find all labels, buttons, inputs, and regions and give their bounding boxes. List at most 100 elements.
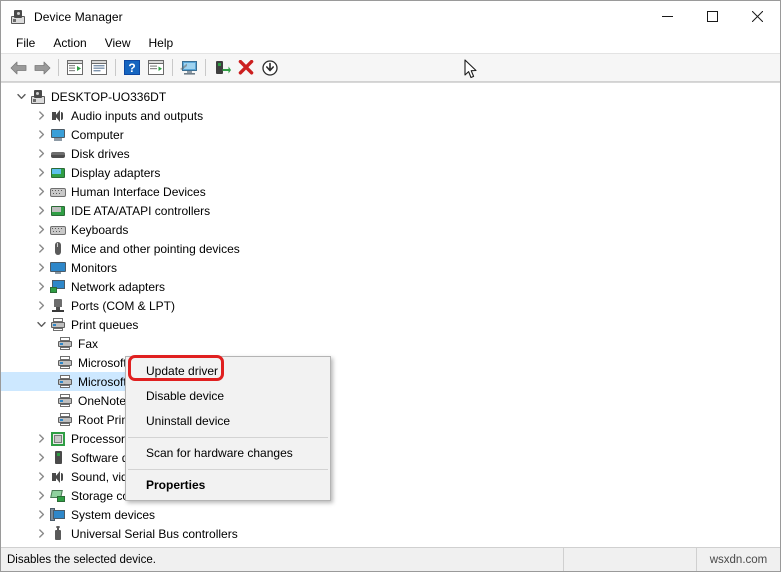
printer-icon — [56, 374, 73, 390]
tree-node-microsoft-print-to-pdf[interactable]: Microsoft Print to PDF — [1, 353, 780, 372]
monitor-icon — [49, 260, 66, 276]
menu-item-view[interactable]: View — [96, 34, 140, 52]
svg-text:?: ? — [128, 61, 135, 75]
toolbar-separator — [115, 59, 116, 76]
menu-item-action[interactable]: Action — [44, 34, 95, 52]
context-menu-separator — [128, 437, 328, 438]
close-icon[interactable] — [735, 1, 780, 32]
scan-for-hardware-changes-icon[interactable] — [177, 57, 201, 79]
tree-node-label: Processors — [71, 431, 132, 446]
tree-node-label: Human Interface Devices — [71, 184, 206, 199]
device-tree-panel[interactable]: DESKTOP-UO336DT Audio inputs and outputs… — [1, 82, 780, 547]
tree-node-human-interface-devices[interactable]: Human Interface Devices — [1, 182, 780, 201]
menu-item-help[interactable]: Help — [140, 34, 183, 52]
processor-icon — [49, 431, 66, 447]
tree-node-disk-drives[interactable]: Disk drives — [1, 144, 780, 163]
tree-node-software-devices[interactable]: Software devices — [1, 448, 780, 467]
tree-node-processors[interactable]: Processors — [1, 429, 780, 448]
tree-node-onenote[interactable]: OneNote — [1, 391, 780, 410]
chevron-right-icon[interactable] — [33, 296, 49, 315]
network-adapter-icon — [49, 279, 66, 295]
computer-icon — [49, 127, 66, 143]
tree-node-system-devices[interactable]: System devices — [1, 505, 780, 524]
chevron-right-icon[interactable] — [33, 163, 49, 182]
device-manager-window: Device Manager File Action View Help ? D… — [0, 0, 781, 572]
status-message: Disables the selected device. — [1, 548, 564, 571]
tree-node-label: Keyboards — [71, 222, 129, 237]
chevron-right-icon[interactable] — [33, 429, 49, 448]
tree-node-ports-com-lpt[interactable]: Ports (COM & LPT) — [1, 296, 780, 315]
tree-node-label: Computer — [71, 127, 124, 142]
tree-node-ide-ata-atapi-controllers[interactable]: IDE ATA/ATAPI controllers — [1, 201, 780, 220]
disable-device-icon[interactable] — [258, 57, 282, 79]
chevron-right-icon[interactable] — [33, 125, 49, 144]
chevron-down-icon[interactable] — [33, 315, 49, 334]
help-icon[interactable]: ? — [120, 57, 144, 79]
tree-node-display-adapters[interactable]: Display adapters — [1, 163, 780, 182]
uninstall-device-icon[interactable] — [234, 57, 258, 79]
tree-node-label: Print queues — [71, 317, 139, 332]
tree-node-keyboards[interactable]: Keyboards — [1, 220, 780, 239]
properties-icon[interactable] — [87, 57, 111, 79]
tree-node-label: Universal Serial Bus controllers — [71, 526, 238, 541]
context-menu[interactable]: Update driver Disable device Uninstall d… — [125, 356, 331, 501]
printer-icon — [56, 336, 73, 352]
chevron-right-icon[interactable] — [33, 524, 49, 543]
tree-node-label: OneNote — [78, 393, 127, 408]
tree-node-print-queues[interactable]: Print queues — [1, 315, 780, 334]
chevron-right-icon[interactable] — [33, 448, 49, 467]
chevron-right-icon[interactable] — [33, 277, 49, 296]
tree-node-label: Disk drives — [71, 146, 130, 161]
tree-node-storage-controllers[interactable]: Storage controllers — [1, 486, 780, 505]
chevron-right-icon[interactable] — [33, 144, 49, 163]
usb-icon — [49, 525, 66, 542]
tree-node-fax[interactable]: Fax — [1, 334, 780, 353]
show-hide-action-pane-icon[interactable] — [144, 57, 168, 79]
context-menu-item-uninstall-device[interactable]: Uninstall device — [126, 409, 330, 434]
tree-node-label: System devices — [71, 507, 156, 522]
context-menu-item-disable-device[interactable]: Disable device — [126, 384, 330, 409]
tree-node-sound-video-and-game-controllers[interactable]: Sound, video and game controllers — [1, 467, 780, 486]
tree-node-root-print-queue[interactable]: Root Print Queue — [1, 410, 780, 429]
tree-node-audio-inputs-and-outputs[interactable]: Audio inputs and outputs — [1, 106, 780, 125]
chevron-right-icon[interactable] — [33, 467, 49, 486]
context-menu-item-scan-for-hardware-changes[interactable]: Scan for hardware changes — [126, 441, 330, 466]
system-device-icon — [49, 507, 66, 523]
chevron-right-icon[interactable] — [33, 486, 49, 505]
context-menu-item-properties[interactable]: Properties — [126, 473, 330, 498]
speaker-icon — [49, 108, 66, 124]
tree-node-universal-serial-bus-controllers[interactable]: Universal Serial Bus controllers — [1, 524, 780, 543]
tree-node-root[interactable]: DESKTOP-UO336DT — [1, 87, 780, 106]
device-tree: DESKTOP-UO336DT Audio inputs and outputs… — [1, 87, 780, 543]
context-menu-separator — [128, 469, 328, 470]
computer-root-icon — [29, 89, 46, 105]
chevron-right-icon[interactable] — [33, 201, 49, 220]
device-manager-icon — [10, 9, 26, 25]
chevron-down-icon[interactable] — [13, 87, 29, 106]
tree-node-computer[interactable]: Computer — [1, 125, 780, 144]
tree-node-mice-and-other-pointing-devices[interactable]: Mice and other pointing devices — [1, 239, 780, 258]
chevron-right-icon[interactable] — [33, 106, 49, 125]
chevron-right-icon[interactable] — [33, 505, 49, 524]
menu-item-file[interactable]: File — [7, 34, 44, 52]
update-driver-icon[interactable] — [210, 57, 234, 79]
storage-controller-icon — [49, 488, 66, 504]
tree-node-monitors[interactable]: Monitors — [1, 258, 780, 277]
back-icon[interactable] — [6, 57, 30, 79]
forward-icon[interactable] — [30, 57, 54, 79]
tree-node-selected-printer[interactable]: Microsoft XPS Document Writer — [1, 372, 780, 391]
chevron-right-icon[interactable] — [33, 220, 49, 239]
chevron-right-icon[interactable] — [33, 182, 49, 201]
tree-node-network-adapters[interactable]: Network adapters — [1, 277, 780, 296]
chevron-right-icon[interactable] — [33, 239, 49, 258]
minimize-icon[interactable] — [645, 1, 690, 32]
show-hide-console-tree-icon[interactable] — [63, 57, 87, 79]
tree-node-label: Display adapters — [71, 165, 161, 180]
toolbar-separator — [205, 59, 206, 76]
window-controls — [645, 1, 780, 32]
menu-bar: File Action View Help — [1, 32, 780, 54]
chevron-right-icon[interactable] — [33, 258, 49, 277]
keyboard-icon — [49, 222, 66, 238]
context-menu-item-update-driver[interactable]: Update driver — [126, 359, 330, 384]
maximize-icon[interactable] — [690, 1, 735, 32]
